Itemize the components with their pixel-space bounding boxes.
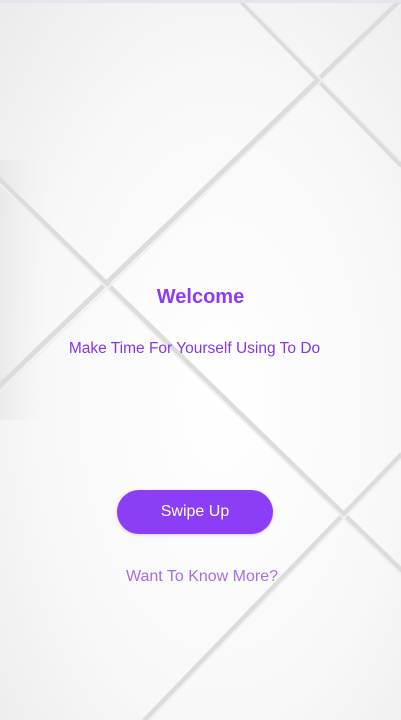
want-to-know-more-link[interactable]: Want To Know More? [0, 568, 401, 586]
swipe-up-button[interactable]: Swipe Up [117, 490, 273, 534]
welcome-subtitle: Make Time For Yourself Using To Do [68, 340, 321, 357]
welcome-screen: Welcome Make Time For Yourself Using To … [0, 0, 401, 720]
status-bar [0, 0, 401, 3]
background-tile-pattern [0, 0, 401, 720]
welcome-title: Welcome [156, 286, 245, 308]
